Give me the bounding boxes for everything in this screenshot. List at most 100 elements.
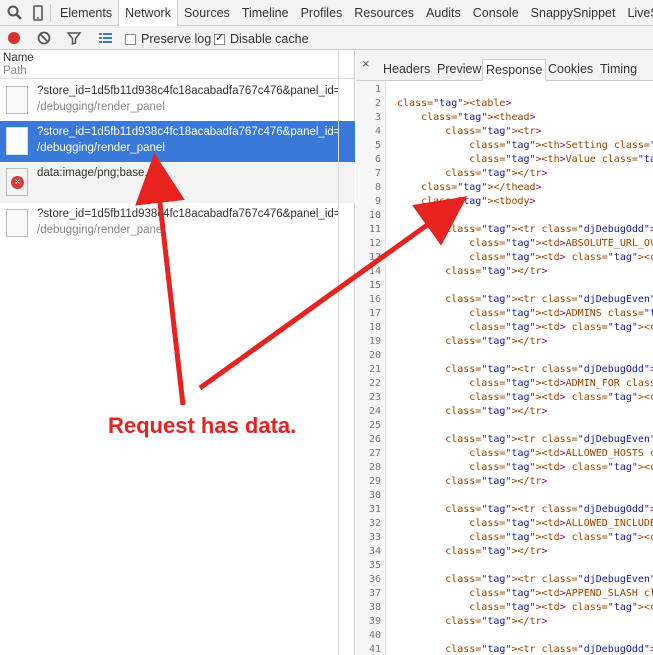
request-row[interactable]: ?store_id=1d5fb11d938c4fc18acabadfa767c4… [0,80,355,121]
line-number: 14 [368,266,381,277]
column-name-header[interactable]: Name [3,52,34,64]
list-view-icon[interactable] [96,29,114,47]
tab-resources[interactable]: Resources [348,0,420,26]
column-path-header[interactable]: Path [3,65,27,77]
request-name: ?store_id=1d5fb11d938c4fc18acabadfa767c4… [37,208,339,220]
response-source[interactable]: 1 2 3 4 5 6 7 8 9 10 11 12 13 14 15 16 17 18 19 20 21 22 23 24 2… [356,81,653,655]
line-number: 18 [368,322,381,333]
tab-response[interactable]: Response [482,59,547,81]
code-line: class="tag"></tr> [439,406,548,417]
line-number: 37 [368,588,381,599]
tab-sources[interactable]: Sources [178,0,236,26]
tab-snappysnippet[interactable]: SnappySnippet [525,0,622,26]
code-line: class="tag"><tr class="djDebugOdd"> [439,224,653,235]
request-list-panel: Name Path ?store_id=1d5fb11d938c4fc18aca… [0,50,355,655]
line-number: 31 [368,504,381,515]
line-number: 5 [374,140,381,151]
code-line: class="tag"><tr class="djDebugEven"> [439,294,653,305]
request-row-selected[interactable]: ?store_id=1d5fb11d938c4fc18acabadfa767c4… [0,121,355,162]
code-line: class="tag"><td>ADMINS class="tag"></td> [463,308,653,319]
code-line: class="tag"><thead> [415,112,536,123]
preserve-log-label: Preserve log [141,32,212,46]
tab-livestyle[interactable]: LiveStyle [621,0,653,26]
tab-timing[interactable]: Timing [597,59,640,81]
request-path: /debugging/render_panel [37,101,165,113]
line-number: 27 [368,448,381,459]
tab-network[interactable]: Network [118,0,178,26]
preserve-log-checkbox[interactable]: Preserve log [125,31,211,47]
tab-elements[interactable]: Elements [54,0,118,26]
tab-timeline[interactable]: Timeline [236,0,295,26]
line-number: 8 [374,182,381,193]
filter-icon[interactable] [65,29,83,47]
code-line: class="tag"><tbody> [415,196,536,207]
code-line: class="tag"><td> class="tag"><code>True … [463,602,653,613]
tab-cookies[interactable]: Cookies [545,59,596,81]
line-number: 29 [368,476,381,487]
request-name: ?store_id=1d5fb11d938c4fc18acabadfa767c4… [37,126,339,138]
code-line: class="tag"><tr class="djDebugOdd"> [439,644,653,655]
line-number: 40 [368,630,381,641]
column-divider [338,50,339,655]
line-number: 20 [368,350,381,361]
device-mode-icon[interactable] [28,3,48,23]
line-number: 2 [374,98,381,109]
document-icon [6,209,28,237]
request-row[interactable]: ?store_id=1d5fb11d938c4fc18acabadfa767c4… [0,203,355,244]
checkbox-box[interactable] [125,33,136,45]
code-line: class="tag"><td> class="tag"><code>() cl… [463,532,653,543]
close-icon[interactable]: × [362,56,370,71]
code-line: class="tag"><th>Setting class="tag"></th… [463,140,653,151]
toolbar-divider [50,4,51,22]
checkbox-box-checked[interactable] [214,31,225,45]
line-number: 36 [368,574,381,585]
document-icon [6,127,28,155]
request-list-header[interactable]: Name Path [0,50,355,79]
line-number: 6 [374,154,381,165]
code-line: class="tag"><td> class="tag"><code>{} cl… [463,252,653,263]
tab-console[interactable]: Console [467,0,525,26]
disable-cache-label: Disable cache [230,32,309,46]
tab-profiles[interactable]: Profiles [295,0,349,26]
record-icon[interactable] [5,29,23,47]
code-line: class="tag"></tr> [439,336,548,347]
line-number: 32 [368,518,381,529]
annotation-text: Request has data. [108,413,297,438]
code-line: class="tag"></thead> [415,182,542,193]
line-number: 28 [368,462,381,473]
line-number-gutter: 1 2 3 4 5 6 7 8 9 10 11 12 13 14 15 16 17 18 19 20 21 22 23 24 2… [356,81,386,655]
network-toolbar: Preserve log Disable cache [0,26,653,50]
line-number: 16 [368,294,381,305]
panel-tabs: Elements Network Sources Timeline Profiles Re… [54,0,653,26]
code-line: class="tag"><td>ALLOWED_INCLUDE_ROOT [463,518,653,529]
code-line: class="tag"></tr> [439,168,548,179]
code-line: class="tag"></tr> [439,266,548,277]
tab-preview[interactable]: Preview [434,59,484,81]
detail-tabs: × Headers Preview Response Cookies Timin… [356,50,653,81]
search-icon[interactable] [5,3,25,23]
tab-headers[interactable]: Headers [380,59,433,81]
line-number: 10 [368,210,381,221]
line-number: 11 [368,224,381,235]
disable-cache-checkbox[interactable]: Disable cache [214,31,309,47]
clear-icon[interactable] [35,29,53,47]
code-line: class="tag"><tr class="djDebugEven"> [439,434,653,445]
line-number: 15 [368,280,381,291]
code-line: class="tag"><td>APPEND_SLASH class="tag"… [463,588,653,599]
line-number: 26 [368,434,381,445]
line-number: 24 [368,406,381,417]
line-number: 30 [368,490,381,501]
line-number: 1 [374,84,381,95]
line-number: 23 [368,392,381,403]
request-row[interactable]: × data:image/png;base... [0,162,355,203]
code-line: class="tag"><tr class="djDebugOdd"> [439,504,653,515]
line-number: 4 [374,126,381,137]
line-number: 21 [368,364,381,375]
request-name: data:image/png;base... [37,167,154,179]
request-detail-panel: × Headers Preview Response Cookies Timin… [356,50,653,655]
line-number: 7 [374,168,381,179]
line-number: 12 [368,238,381,249]
tab-audits[interactable]: Audits [420,0,467,26]
code-line: class="tag"><td>ABSOLUTE_URL_OVERRID [463,238,653,249]
code-line: class="tag"></tr> [439,616,548,627]
